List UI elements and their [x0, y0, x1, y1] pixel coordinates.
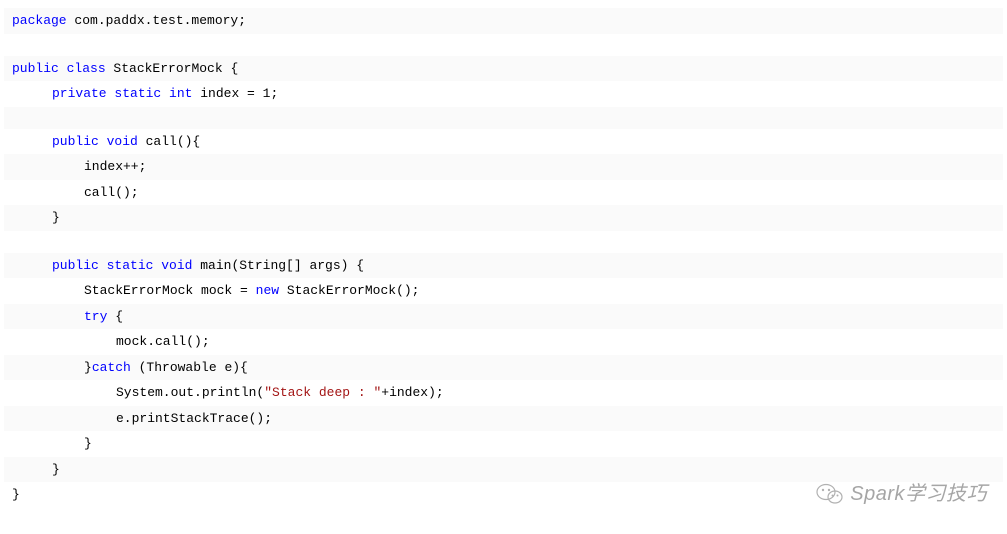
code-line — [4, 107, 1003, 129]
code-text: index++; — [84, 159, 146, 174]
code-line: public static void main(String[] args) { — [4, 253, 1003, 279]
brace: } — [84, 360, 92, 375]
code-line: public class StackErrorMock { — [4, 56, 1003, 82]
code-line: }catch (Throwable e){ — [4, 355, 1003, 381]
code-text: main(String[] args) { — [192, 258, 364, 273]
class-name: StackErrorMock — [106, 61, 231, 76]
code-line: public void call(){ — [4, 129, 1003, 155]
code-text: +index); — [381, 385, 443, 400]
keyword: try — [84, 309, 107, 324]
keyword: public — [52, 134, 99, 149]
keyword: class — [59, 61, 106, 76]
keyword: static — [99, 258, 154, 273]
keyword: public — [52, 258, 99, 273]
keyword: static — [107, 86, 162, 101]
code-text: index = 1; — [192, 86, 278, 101]
code-line: package com.paddx.test.memory; — [4, 8, 1003, 34]
code-text: StackErrorMock mock = — [84, 283, 256, 298]
keyword: void — [153, 258, 192, 273]
keyword: int — [161, 86, 192, 101]
brace: } — [84, 436, 92, 451]
brace: } — [52, 210, 60, 225]
code-line: } — [4, 431, 1003, 457]
code-line: e.printStackTrace(); — [4, 406, 1003, 432]
code-text: call(){ — [138, 134, 200, 149]
code-line: System.out.println("Stack deep : "+index… — [4, 380, 1003, 406]
keyword: private — [52, 86, 107, 101]
code-text: e.printStackTrace(); — [116, 411, 272, 426]
code-text: { — [107, 309, 123, 324]
code-line: StackErrorMock mock = new StackErrorMock… — [4, 278, 1003, 304]
code-line: try { — [4, 304, 1003, 330]
code-line — [4, 231, 1003, 253]
code-block: package com.paddx.test.memory; public cl… — [0, 0, 1007, 516]
code-line: mock.call(); — [4, 329, 1003, 355]
code-line — [4, 34, 1003, 56]
code-text: mock.call(); — [116, 334, 210, 349]
string-literal: "Stack deep : " — [264, 385, 381, 400]
code-text: com.paddx.test.memory; — [67, 13, 246, 28]
code-text: call(); — [84, 185, 139, 200]
code-line: call(); — [4, 180, 1003, 206]
keyword: package — [12, 13, 67, 28]
brace: { — [230, 61, 238, 76]
code-text: (Throwable e){ — [131, 360, 248, 375]
keyword: void — [99, 134, 138, 149]
code-text: StackErrorMock(); — [279, 283, 419, 298]
code-text: System.out.println( — [116, 385, 264, 400]
code-line: index++; — [4, 154, 1003, 180]
code-line: private static int index = 1; — [4, 81, 1003, 107]
code-line: } — [4, 205, 1003, 231]
keyword: new — [256, 283, 279, 298]
brace: } — [52, 462, 60, 477]
keyword: public — [12, 61, 59, 76]
code-line: } — [4, 482, 1003, 508]
brace: } — [12, 487, 20, 502]
keyword: catch — [92, 360, 131, 375]
code-line: } — [4, 457, 1003, 483]
